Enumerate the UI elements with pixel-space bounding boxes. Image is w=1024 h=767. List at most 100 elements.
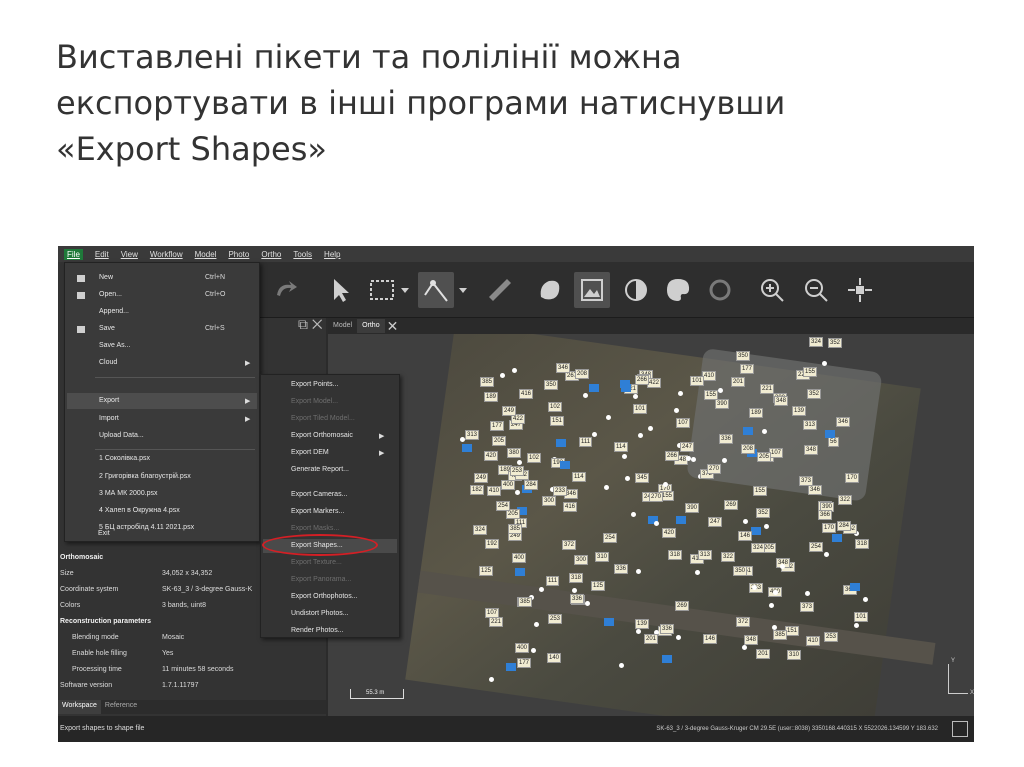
grid-icon[interactable] xyxy=(952,721,968,737)
menu-ortho[interactable]: Ortho xyxy=(261,250,281,259)
picket-label[interactable]: 221 xyxy=(489,617,504,627)
picket-point[interactable] xyxy=(676,635,681,640)
picket-label[interactable]: 114 xyxy=(614,442,628,452)
picket-point[interactable] xyxy=(517,460,522,465)
menu-file[interactable]: File xyxy=(64,248,83,260)
menu-model[interactable]: Model xyxy=(195,250,217,259)
picket-label[interactable]: 247 xyxy=(680,442,695,452)
recent-file-3[interactable]: 3 МА МК 2000.psx xyxy=(99,490,158,497)
menu-tools[interactable]: Tools xyxy=(293,250,312,259)
export-points[interactable]: Export Points... xyxy=(291,381,338,388)
picket-label[interactable]: 146 xyxy=(703,634,718,644)
refresh-button[interactable] xyxy=(702,272,738,308)
picket-label[interactable]: 107 xyxy=(676,418,691,428)
picket-label[interactable]: 318 xyxy=(855,539,870,549)
picket-label[interactable]: 221 xyxy=(760,384,775,394)
picket-point[interactable] xyxy=(531,648,536,653)
picket-label[interactable]: 385 xyxy=(480,377,495,387)
menu-item-import[interactable]: Import xyxy=(99,415,119,422)
picket-point[interactable] xyxy=(722,458,727,463)
export-dem[interactable]: Export DEM xyxy=(291,449,329,456)
picket-label[interactable]: 189 xyxy=(749,408,764,418)
picket-label[interactable]: 155 xyxy=(803,367,818,377)
picket-label[interactable]: 151 xyxy=(550,416,565,426)
rect-select-button[interactable] xyxy=(364,272,400,308)
picket-label[interactable]: 101 xyxy=(854,612,869,622)
picket-label[interactable]: 416 xyxy=(563,502,578,512)
picket-label[interactable]: 348 xyxy=(744,635,759,645)
picket-label[interactable]: 346 xyxy=(808,485,823,495)
picket-label[interactable]: 318 xyxy=(569,573,584,583)
picket-label[interactable]: 253 xyxy=(510,466,525,476)
picket-label[interactable]: 348 xyxy=(774,396,789,406)
picket-label[interactable]: 177 xyxy=(517,658,532,668)
export-cameras[interactable]: Export Cameras... xyxy=(291,491,347,498)
picket-label[interactable]: 372 xyxy=(736,617,751,627)
picket-label[interactable]: 352 xyxy=(756,508,771,518)
picket-point[interactable] xyxy=(695,570,700,575)
picket-label[interactable]: 111 xyxy=(546,576,560,586)
menu-workflow[interactable]: Workflow xyxy=(150,250,183,259)
picket-point[interactable] xyxy=(489,677,494,682)
picket-point[interactable] xyxy=(805,591,810,596)
picket-point[interactable] xyxy=(824,552,829,557)
recent-file-1[interactable]: 1 Соколівка.psx xyxy=(99,455,150,462)
picket-label[interactable]: 253 xyxy=(824,632,839,642)
recent-file-2[interactable]: 2 Григорівка благоустрій.psx xyxy=(99,473,191,480)
picket-label[interactable]: 254 xyxy=(496,501,511,511)
picket-point[interactable] xyxy=(515,490,520,495)
picket-label[interactable]: 352 xyxy=(828,338,843,348)
picket-label[interactable]: 101 xyxy=(633,404,648,414)
picket-point[interactable] xyxy=(718,388,723,393)
picket-point[interactable] xyxy=(534,622,539,627)
picket-point[interactable] xyxy=(512,368,517,373)
picket-label[interactable]: 313 xyxy=(698,550,713,560)
picket-label[interactable]: 201 xyxy=(731,377,746,387)
picket-label[interactable]: 177 xyxy=(490,421,505,431)
picket-label[interactable]: 177 xyxy=(740,364,755,374)
picket-label[interactable]: 336 xyxy=(570,594,585,604)
picket-point[interactable] xyxy=(742,645,747,650)
picket-label[interactable]: 189 xyxy=(484,392,499,402)
contrast-button[interactable] xyxy=(618,272,654,308)
menu-view[interactable]: View xyxy=(121,250,138,259)
picket-label[interactable]: 420 xyxy=(662,528,677,538)
picket-label[interactable]: 205 xyxy=(757,452,772,462)
picket-point[interactable] xyxy=(631,512,636,517)
picket-point[interactable] xyxy=(743,519,748,524)
picket-label[interactable]: 324 xyxy=(473,525,488,535)
picket-point[interactable] xyxy=(636,629,641,634)
picket-label[interactable]: 125 xyxy=(591,581,606,591)
export-orthophotos[interactable]: Export Orthophotos... xyxy=(291,593,358,600)
picket-label[interactable]: 284 xyxy=(524,480,539,490)
picket-label[interactable]: 352 xyxy=(807,389,822,399)
picket-label[interactable]: 400 xyxy=(512,553,527,563)
menu-edit[interactable]: Edit xyxy=(95,250,109,259)
picket-label[interactable]: 270 xyxy=(707,464,722,474)
picket-label[interactable]: 107 xyxy=(769,448,784,458)
picket-label[interactable]: 373 xyxy=(799,476,814,486)
picket-label[interactable]: 422 xyxy=(647,378,662,388)
picket-label[interactable]: 350 xyxy=(544,380,559,390)
menu-item-append[interactable]: Append... xyxy=(99,308,129,315)
picket-point[interactable] xyxy=(772,625,777,630)
picket-label[interactable]: 336 xyxy=(719,434,734,444)
menu-item-open[interactable]: Open... xyxy=(99,291,122,298)
picket-label[interactable]: 366 xyxy=(818,510,833,520)
picket-label[interactable]: 170 xyxy=(822,523,837,533)
picket-point[interactable] xyxy=(572,588,577,593)
menu-photo[interactable]: Photo xyxy=(228,250,249,259)
polyline-button[interactable] xyxy=(418,272,454,308)
picket-label[interactable]: 192 xyxy=(485,539,500,549)
picket-label[interactable]: 249 xyxy=(474,473,489,483)
picket-label[interactable]: 400 xyxy=(501,480,516,490)
recent-file-5[interactable]: 5 БЦ астробілд 4.11 2021.psx xyxy=(99,524,194,531)
picket-point[interactable] xyxy=(822,361,827,366)
picket-label[interactable]: 151 xyxy=(785,626,800,636)
menu-item-save-as[interactable]: Save As... xyxy=(99,342,131,349)
generate-report[interactable]: Generate Report... xyxy=(291,466,349,473)
picket-label[interactable]: 205 xyxy=(492,436,507,446)
picket-label[interactable]: 385 xyxy=(518,597,533,607)
picket-point[interactable] xyxy=(773,590,778,595)
picket-label[interactable]: 249 xyxy=(502,406,517,416)
